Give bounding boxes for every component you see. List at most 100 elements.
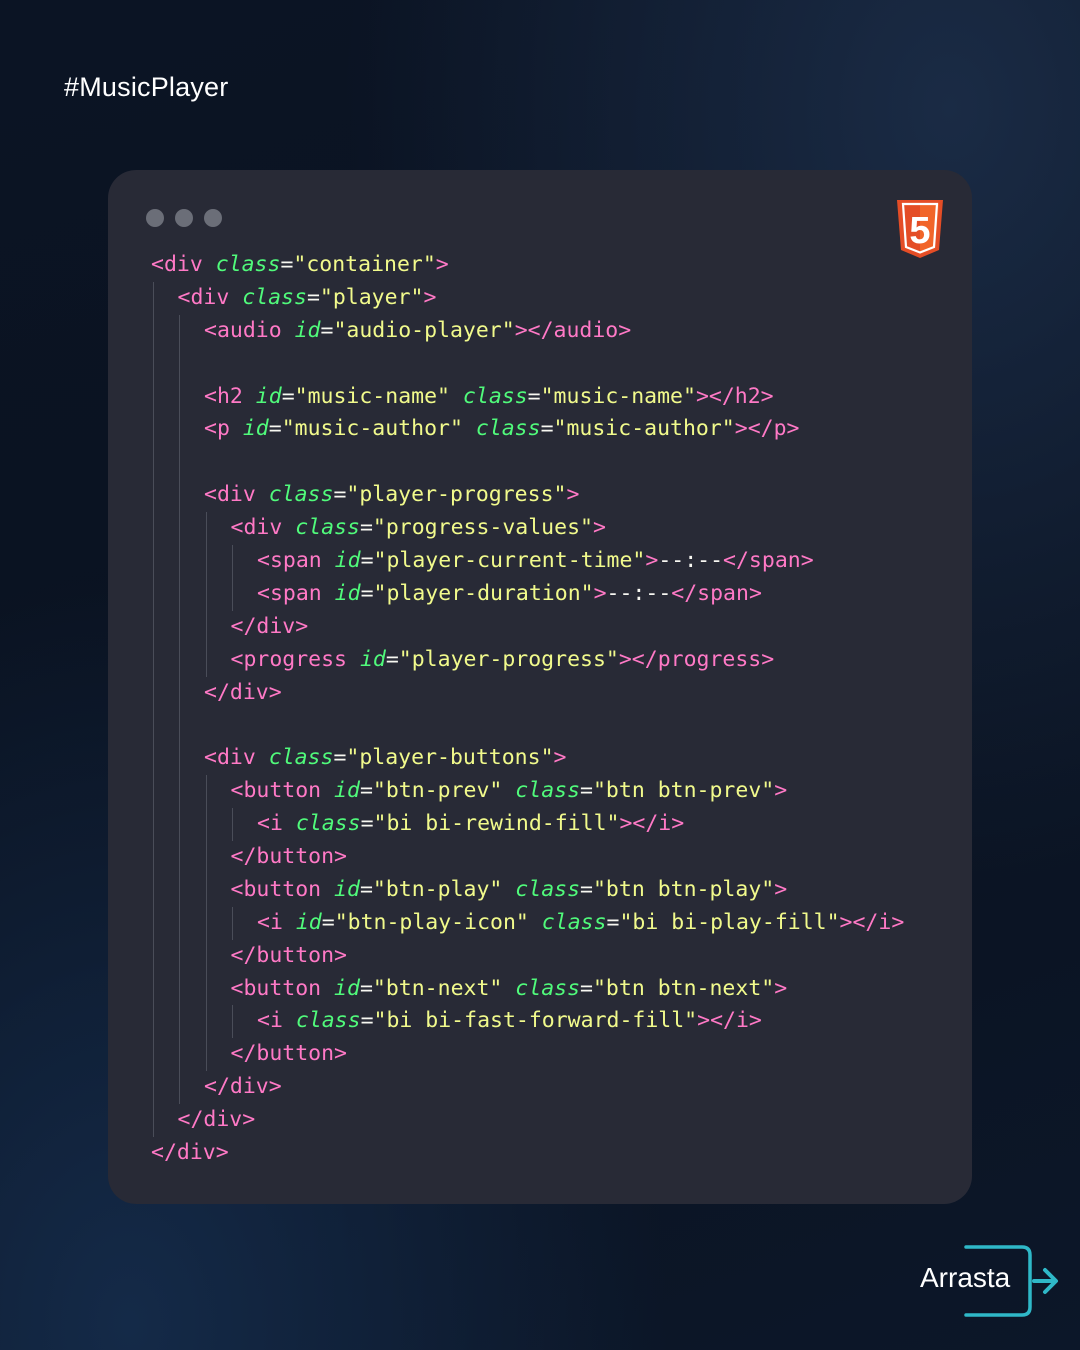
code-token-punct: = (606, 909, 620, 935)
indent-guide (179, 841, 180, 874)
code-token-attr: class (502, 778, 581, 804)
code-token-str: "music-name" (294, 383, 450, 409)
arrow-right-icon[interactable] (960, 1243, 1060, 1319)
code-token-tag: > (774, 876, 788, 902)
code-token-str: "music-name" (540, 383, 696, 409)
code-token-text: --:-- (606, 580, 672, 606)
code-token-punct: = (360, 1008, 374, 1034)
code-token-str: "btn-play" (372, 876, 503, 902)
code-line-content: <i id="btn-play-icon" class="bi bi-play-… (257, 907, 904, 940)
code-line-content: <button id="btn-prev" class="btn btn-pre… (231, 775, 788, 808)
indent-guide (152, 742, 154, 776)
code-token-tag: > (423, 284, 437, 310)
indent-guide (205, 841, 207, 874)
code-token-tag: ></i> (697, 1008, 762, 1034)
indent-guide (232, 545, 233, 578)
code-line: <span id="player-current-time">--:--</sp… (151, 545, 951, 578)
code-line-content: </div> (204, 677, 282, 710)
code-token-punct: = (580, 876, 593, 902)
code-token-punct: = (359, 876, 373, 902)
indent-guide (205, 577, 207, 611)
indent-guide (152, 446, 154, 480)
code-token-tag: > (553, 745, 567, 771)
code-token-str: "btn btn-play" (592, 876, 775, 902)
indent-guide (179, 314, 180, 348)
code-line: <p id="music-author" class="music-author… (151, 413, 951, 447)
code-token-attr: class (255, 745, 334, 771)
code-token-tag: ></audio> (514, 317, 632, 343)
code-token-tag: > (435, 252, 449, 277)
code-token-str: "btn btn-prev" (592, 778, 775, 804)
code-line-content: <div class="progress-values"> (231, 512, 606, 545)
code-line: </button> (151, 841, 951, 874)
code-token-str: "btn-play-icon" (334, 909, 529, 935)
code-token-punct: = (359, 778, 373, 804)
code-line (151, 709, 951, 743)
code-token-punct: = (360, 548, 374, 574)
indent-guide (205, 775, 207, 809)
code-token-str: "player-current-time" (373, 548, 646, 574)
code-line: <div class="progress-values"> (151, 512, 951, 546)
indent-guide (152, 1005, 154, 1039)
code-token-tag: > (774, 778, 788, 804)
indent-guide (152, 643, 154, 677)
window-dot-icon (204, 209, 222, 227)
code-token-str: "player-progress" (346, 482, 567, 508)
indent-guide (179, 808, 180, 842)
code-token-tag: ></i> (619, 811, 685, 837)
code-line: <audio id="audio-player"></audio> (151, 314, 951, 348)
code-line-content: <audio id="audio-player"></audio> (204, 315, 631, 348)
code-token-attr: class (255, 482, 334, 508)
code-line-content: <span id="player-current-time">--:--</sp… (257, 545, 814, 578)
code-token-str: "music-author" (553, 416, 735, 442)
code-token-str: "progress-values" (372, 515, 593, 541)
indent-guide (205, 808, 207, 842)
code-line-content: <i class="bi bi-fast-forward-fill"></i> (257, 1005, 762, 1038)
indent-guide (205, 545, 207, 578)
indent-guide (179, 643, 180, 677)
indent-guide (179, 545, 180, 578)
code-token-str: "player-duration" (373, 580, 594, 606)
code-token-punct: = (333, 482, 347, 508)
code-token-punct: = (359, 975, 373, 1001)
code-token-attr: id (321, 580, 361, 606)
code-token-attr: class (462, 416, 541, 442)
code-line-content: </button> (231, 841, 348, 874)
indent-guide (152, 1038, 154, 1072)
code-token-tag: <div (151, 252, 203, 277)
indent-guide (179, 577, 180, 611)
code-token-tag: </span> (671, 580, 762, 606)
code-token-punct: = (360, 811, 374, 837)
code-token-tag: <span (257, 580, 322, 606)
code-token-tag: > (593, 580, 607, 606)
code-line-content: <button id="btn-next" class="btn btn-nex… (231, 973, 788, 1006)
code-token-attr: id (281, 317, 321, 343)
indent-guide (179, 1071, 180, 1105)
code-line: <div class="player-buttons"> (151, 742, 951, 776)
code-token-attr: id (321, 778, 360, 804)
indent-guide (232, 1005, 233, 1039)
code-token-str: "bi bi-fast-forward-fill" (373, 1008, 698, 1034)
code-token-tag: </button> (230, 942, 348, 968)
indent-guide (152, 281, 154, 315)
indent-guide (179, 775, 180, 809)
indent-guide (205, 1005, 207, 1039)
indent-guide (179, 479, 180, 513)
code-token-punct: = (359, 515, 373, 541)
indent-guide (179, 1038, 180, 1072)
code-line-content: <h2 id="music-name" class="music-name"><… (204, 381, 774, 414)
indent-guide (179, 972, 180, 1006)
code-token-tag: <button (230, 778, 322, 804)
code-line-content: <p id="music-author" class="music-author… (204, 413, 799, 446)
code-token-tag: </div> (177, 1107, 256, 1133)
code-token-tag: ></i> (839, 909, 905, 935)
code-token-punct: = (385, 646, 399, 672)
code-token-punct: = (540, 416, 554, 442)
indent-guide (152, 314, 154, 348)
code-window: 5 <div class="container"> <div class="pla… (108, 170, 972, 1204)
code-line-content: </button> (231, 1038, 348, 1071)
code-token-punct: = (360, 580, 374, 606)
code-line-content: <progress id="player-progress"></progres… (231, 644, 775, 677)
indent-guide (152, 676, 154, 710)
code-token-tag: </div> (230, 613, 309, 639)
